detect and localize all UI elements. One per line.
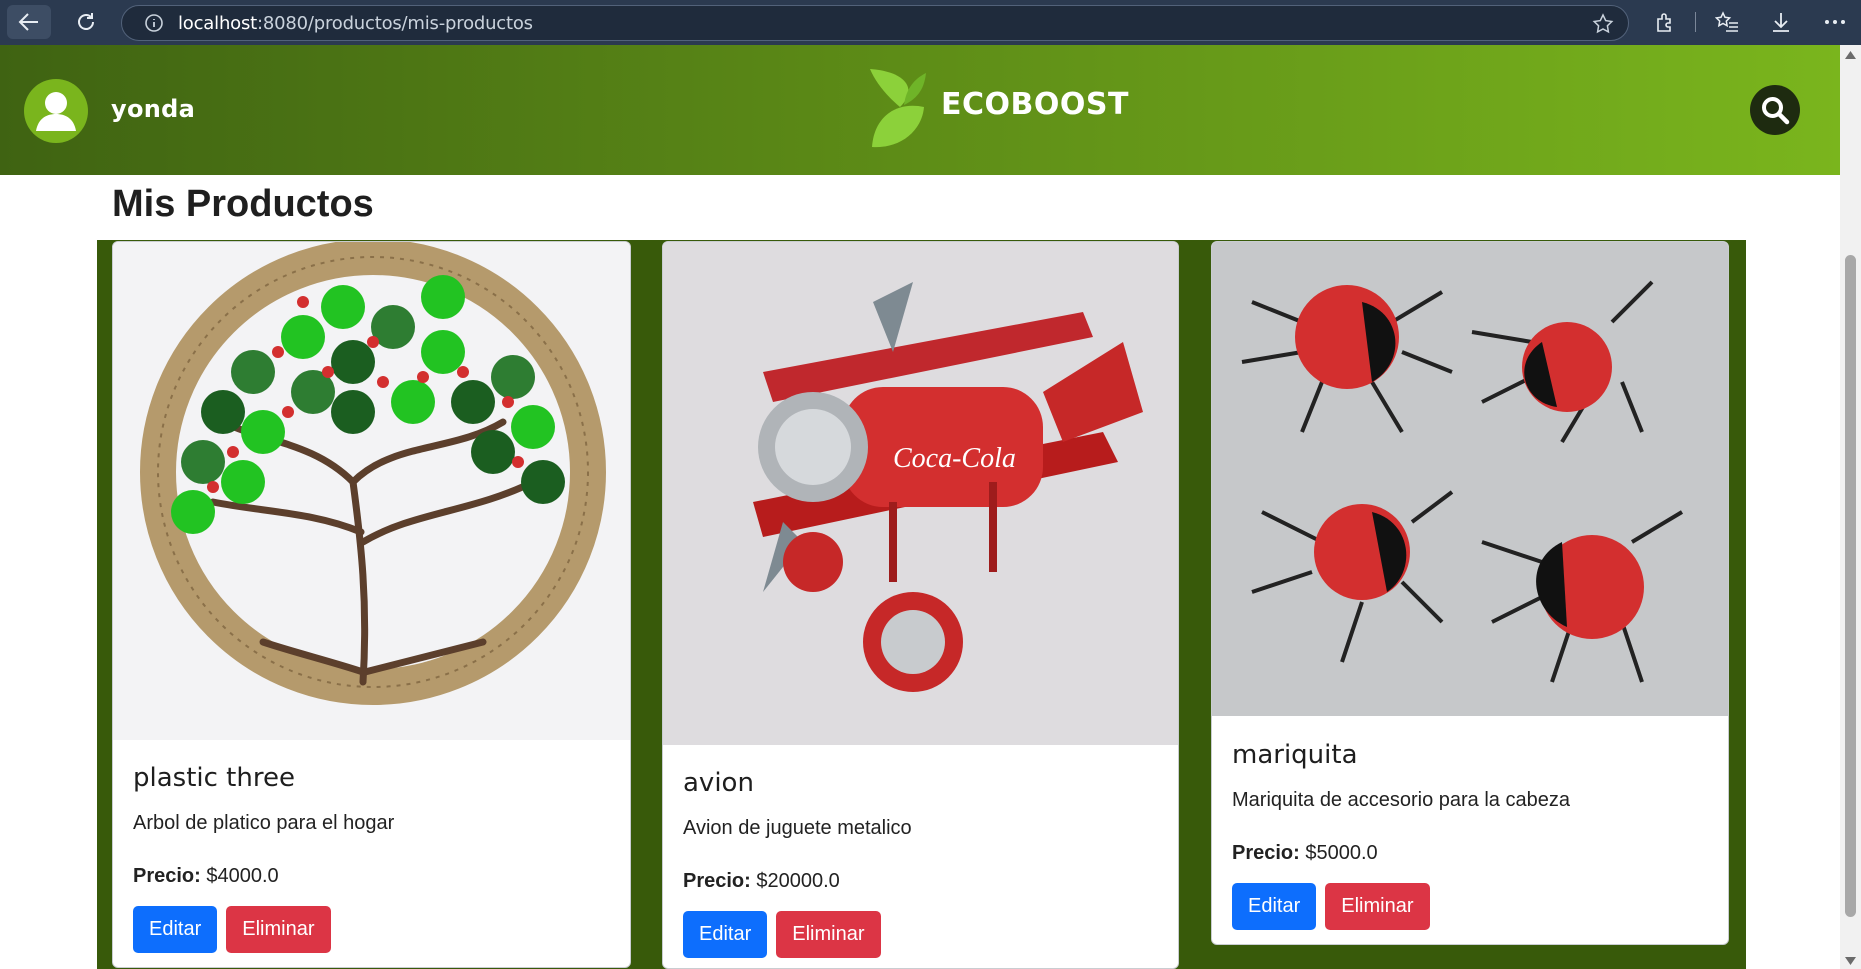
toolbar-separator xyxy=(1695,12,1696,32)
edit-button[interactable]: Editar xyxy=(683,911,768,958)
delete-button[interactable]: Eliminar xyxy=(226,906,331,953)
favorites-list-icon[interactable] xyxy=(1712,9,1742,35)
product-card: Coca-Cola avion Avion de juguete metalic… xyxy=(662,241,1179,969)
delete-button[interactable]: Eliminar xyxy=(1325,883,1430,930)
more-menu-icon[interactable] xyxy=(1820,9,1850,35)
price-value: $4000.0 xyxy=(206,865,279,887)
url-text[interactable]: localhost:8080/productos/mis-productos xyxy=(178,13,533,34)
edit-button[interactable]: Editar xyxy=(133,906,218,953)
price-value: $20000.0 xyxy=(756,870,840,892)
svg-text:Coca-Cola: Coca-Cola xyxy=(893,443,1016,474)
product-description: Mariquita de accesorio para la cabeza xyxy=(1232,789,1570,811)
product-description: Avion de juguete metalico xyxy=(683,817,912,839)
scroll-down-icon[interactable] xyxy=(1845,957,1856,965)
price-label: Precio: xyxy=(1232,842,1300,864)
price-value: $5000.0 xyxy=(1305,842,1378,864)
price-label: Precio: xyxy=(683,870,751,892)
browser-toolbar: localhost:8080/productos/mis-productos xyxy=(0,0,1861,45)
card-actions: Editar Eliminar xyxy=(133,906,610,953)
search-icon xyxy=(1762,97,1790,125)
back-arrow-icon xyxy=(18,13,38,31)
card-body: plastic three Arbol de platico para el h… xyxy=(133,763,610,953)
username[interactable]: yonda xyxy=(111,95,195,123)
edit-button[interactable]: Editar xyxy=(1232,883,1317,930)
product-price: Precio: $20000.0 xyxy=(683,870,1158,893)
page-scrollbar[interactable] xyxy=(1840,45,1861,969)
extensions-icon[interactable] xyxy=(1650,9,1680,35)
product-name: avion xyxy=(683,768,754,798)
back-button[interactable] xyxy=(7,5,51,39)
product-card: mariquita Mariquita de accesorio para la… xyxy=(1211,241,1729,945)
product-price: Precio: $5000.0 xyxy=(1232,842,1708,865)
reload-icon xyxy=(78,13,94,30)
reload-button[interactable] xyxy=(64,5,108,39)
card-body: mariquita Mariquita de accesorio para la… xyxy=(1232,740,1708,930)
delete-button[interactable]: Eliminar xyxy=(776,911,881,958)
card-actions: Editar Eliminar xyxy=(1232,883,1708,930)
product-name: mariquita xyxy=(1232,740,1358,770)
favorite-star-icon[interactable] xyxy=(1592,13,1614,40)
product-description: Arbol de platico para el hogar xyxy=(133,812,395,834)
can-airplane-image: Coca-Cola xyxy=(663,242,1178,745)
downloads-icon[interactable] xyxy=(1766,9,1796,35)
leaf-logo-icon[interactable] xyxy=(866,65,928,151)
bottle-cap-tree-image xyxy=(113,242,630,740)
product-card: plastic three Arbol de platico para el h… xyxy=(112,241,631,968)
scroll-thumb[interactable] xyxy=(1845,255,1856,917)
card-actions: Editar Eliminar xyxy=(683,911,1158,958)
scroll-up-icon[interactable] xyxy=(1845,51,1856,59)
product-name: plastic three xyxy=(133,763,295,793)
brand-name[interactable]: ECOBOOST xyxy=(941,87,1129,122)
price-label: Precio: xyxy=(133,865,201,887)
search-button[interactable] xyxy=(1750,85,1800,135)
app-header: yonda ECOBOOST xyxy=(0,45,1840,175)
page-title: Mis Productos xyxy=(112,183,374,225)
product-price: Precio: $4000.0 xyxy=(133,865,610,888)
address-bar[interactable]: localhost:8080/productos/mis-productos xyxy=(121,5,1629,41)
url-host: localhost xyxy=(178,12,257,34)
url-path: :8080/productos/mis-productos xyxy=(257,12,533,34)
card-body: avion Avion de juguete metalico Precio: … xyxy=(683,768,1158,958)
bottle-cap-ladybugs-image xyxy=(1212,242,1728,716)
products-panel: plastic three Arbol de platico para el h… xyxy=(97,240,1746,969)
site-info-icon[interactable] xyxy=(144,13,164,33)
user-avatar-icon[interactable] xyxy=(24,79,88,143)
